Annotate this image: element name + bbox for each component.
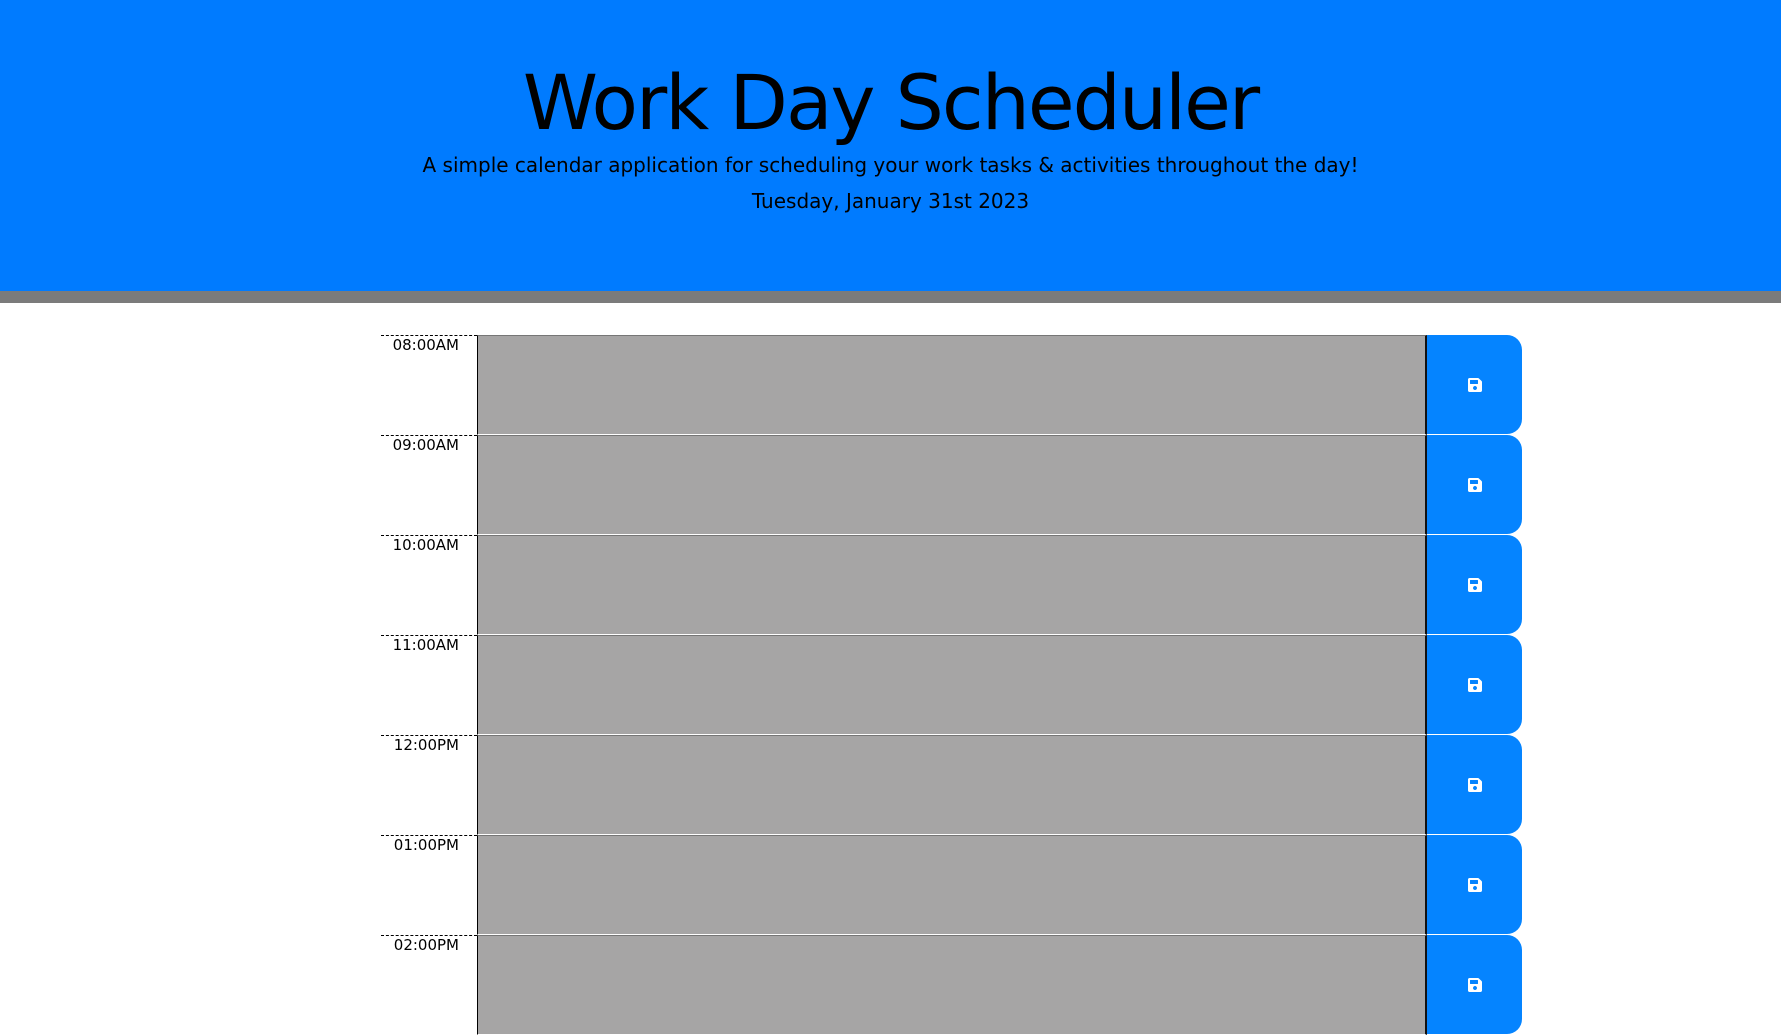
time-block: 02:00PM — [381, 935, 1522, 1035]
save-icon — [1467, 577, 1483, 593]
time-block: 01:00PM — [381, 835, 1522, 935]
save-icon — [1467, 877, 1483, 893]
event-description-input[interactable] — [477, 435, 1427, 535]
save-button[interactable] — [1427, 835, 1522, 934]
hour-label: 02:00PM — [381, 935, 477, 1035]
save-icon — [1467, 377, 1483, 393]
save-button[interactable] — [1427, 935, 1522, 1034]
save-icon — [1467, 977, 1483, 993]
event-description-input[interactable] — [477, 935, 1427, 1035]
time-block: 08:00AM — [381, 335, 1522, 435]
event-description-input[interactable] — [477, 535, 1427, 635]
hour-label: 11:00AM — [381, 635, 477, 735]
time-block: 12:00PM — [381, 735, 1522, 835]
time-block: 10:00AM — [381, 535, 1522, 635]
page-title: Work Day Scheduler — [522, 58, 1260, 147]
time-block: 11:00AM — [381, 635, 1522, 735]
time-block: 09:00AM — [381, 435, 1522, 535]
event-description-input[interactable] — [477, 635, 1427, 735]
save-button[interactable] — [1427, 435, 1522, 534]
event-description-input[interactable] — [477, 735, 1427, 835]
save-button[interactable] — [1427, 635, 1522, 734]
save-icon — [1467, 777, 1483, 793]
save-button[interactable] — [1427, 535, 1522, 634]
hour-label: 08:00AM — [381, 335, 477, 435]
event-description-input[interactable] — [477, 835, 1427, 935]
save-button[interactable] — [1427, 735, 1522, 834]
hour-label: 09:00AM — [381, 435, 477, 535]
save-button[interactable] — [1427, 335, 1522, 434]
save-icon — [1467, 677, 1483, 693]
header: Work Day Scheduler A simple calendar app… — [0, 0, 1781, 303]
hour-label: 01:00PM — [381, 835, 477, 935]
page-subtitle: A simple calendar application for schedu… — [422, 153, 1359, 177]
time-block-list: 08:00AM 09:00AM 10:00AM 11:00AM 12:00PM … — [381, 335, 1522, 1035]
hour-label: 10:00AM — [381, 535, 477, 635]
save-icon — [1467, 477, 1483, 493]
event-description-input[interactable] — [477, 335, 1427, 435]
hour-label: 12:00PM — [381, 735, 477, 835]
current-date: Tuesday, January 31st 2023 — [751, 189, 1030, 213]
